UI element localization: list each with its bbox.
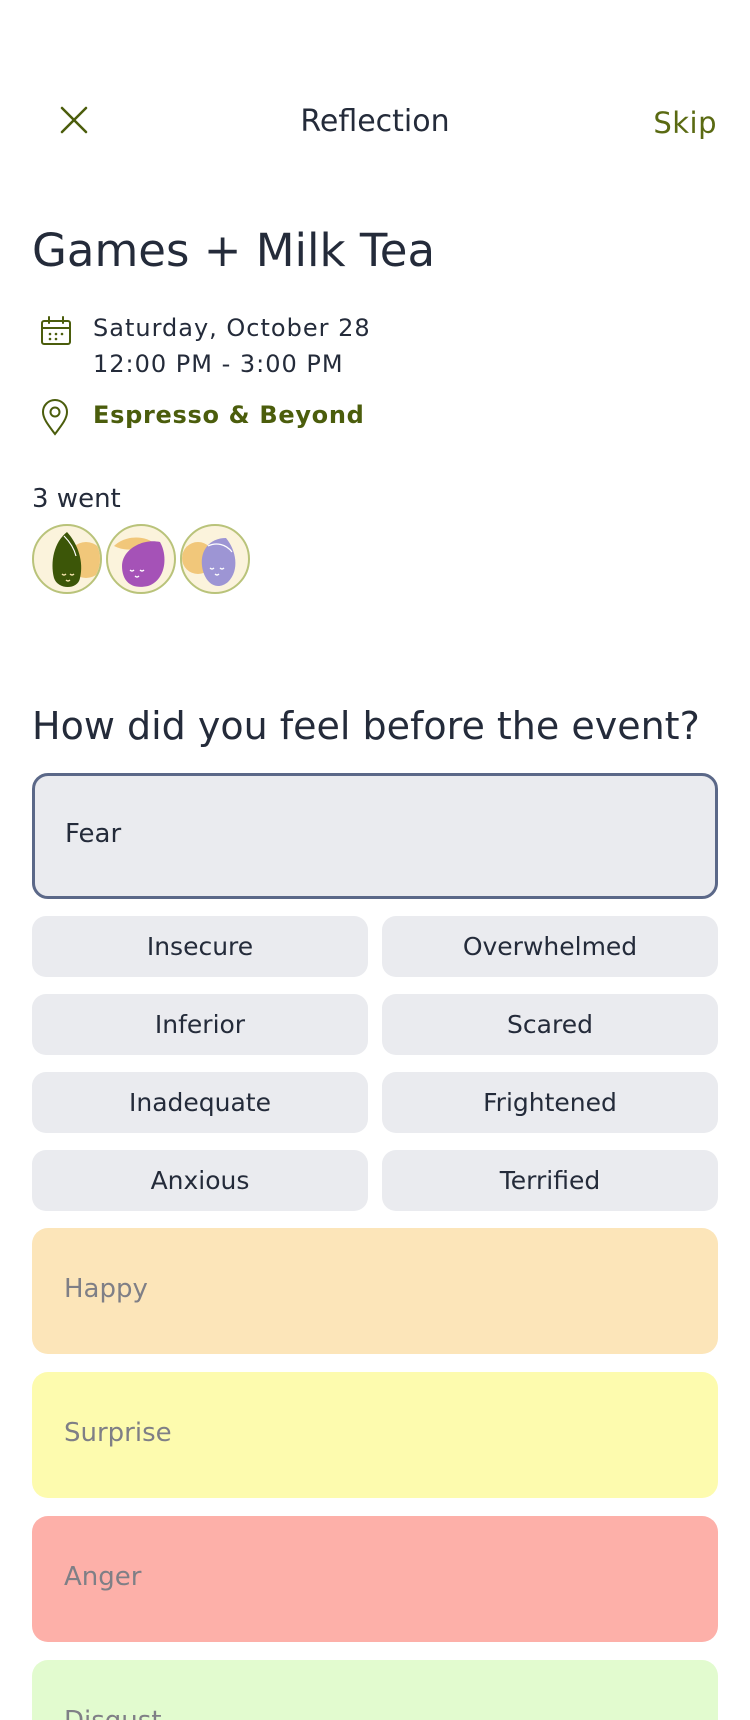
event-title: Games + Milk Tea	[32, 224, 436, 277]
emotion-label: Fear	[65, 819, 122, 849]
chip-overwhelmed[interactable]: Overwhelmed	[382, 916, 718, 977]
chip-anxious[interactable]: Anxious	[32, 1150, 368, 1211]
green-drop-character-icon	[52, 532, 100, 587]
emotion-label: Surprise	[64, 1418, 172, 1448]
emotion-surprise[interactable]: Surprise	[32, 1372, 718, 1498]
emotion-label: Disgust	[64, 1706, 162, 1720]
emotion-anger[interactable]: Anger	[32, 1516, 718, 1642]
attendee-avatars	[32, 524, 250, 596]
emotion-happy[interactable]: Happy	[32, 1228, 718, 1354]
emotion-fear-selected[interactable]: Fear	[32, 773, 718, 899]
header: Reflection Skip	[0, 92, 750, 156]
chip-scared[interactable]: Scared	[382, 994, 718, 1055]
event-location-link[interactable]: Espresso & Beyond	[93, 401, 365, 429]
avatar[interactable]	[32, 524, 102, 594]
feeling-question: How did you feel before the event?	[32, 704, 700, 748]
emotion-disgust[interactable]: Disgust	[32, 1660, 718, 1720]
emotion-label: Happy	[64, 1274, 148, 1304]
reflection-screen: Reflection Skip Games + Milk Tea Saturda…	[0, 0, 750, 1720]
calendar-icon	[41, 316, 71, 345]
chip-inadequate[interactable]: Inadequate	[32, 1072, 368, 1133]
chip-inferior[interactable]: Inferior	[32, 994, 368, 1055]
avatar[interactable]	[180, 524, 250, 594]
skip-button[interactable]: Skip	[653, 106, 717, 140]
emotion-label: Anger	[64, 1562, 142, 1592]
attendee-count: 3 went	[32, 484, 121, 514]
chip-terrified[interactable]: Terrified	[382, 1150, 718, 1211]
chip-insecure[interactable]: Insecure	[32, 916, 368, 977]
chip-frightened[interactable]: Frightened	[382, 1072, 718, 1133]
location-pin-icon	[41, 399, 69, 436]
lavender-drop-character-icon	[182, 538, 236, 587]
event-time: 12:00 PM - 3:00 PM	[93, 350, 344, 378]
fear-subemotion-grid: Insecure Overwhelmed Inferior Scared Ina…	[32, 916, 718, 1211]
avatar[interactable]	[106, 524, 176, 594]
event-date: Saturday, October 28	[93, 314, 371, 342]
page-title: Reflection	[300, 104, 450, 139]
purple-drop-character-icon	[114, 537, 165, 587]
